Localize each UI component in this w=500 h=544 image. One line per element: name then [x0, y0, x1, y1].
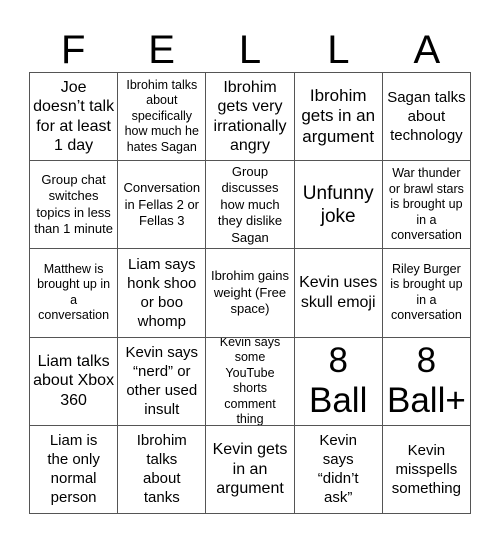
cell-text: Joe doesn’t talk for at least 1 day — [33, 78, 115, 155]
cell-text: 8 Ball+ — [386, 341, 466, 421]
cell-text: Matthew is brought up in a conversation — [37, 261, 111, 323]
bingo-board: Joe doesn’t talk for at least 1 day Ibro… — [29, 72, 471, 514]
cell-text: Kevin gets in an argument — [212, 441, 288, 498]
bingo-cell[interactable]: Ibrohim gets in an argument — [294, 73, 383, 162]
cell-text: Liam talks about Xbox 360 — [33, 352, 115, 409]
cell-text: Conversation in Fellas 2 or Fellas 3 — [123, 180, 201, 229]
bingo-cell[interactable]: Sagan talks about technology — [382, 73, 471, 162]
bingo-cell[interactable]: Unfunny joke — [294, 161, 383, 250]
cell-text: Kevin says “didn’t ask” — [317, 432, 359, 507]
bingo-cell[interactable]: Liam is the only normal person — [30, 425, 119, 514]
cell-text: Ibrohim gets very irrationally angry — [213, 78, 287, 155]
cell-text: Group discusses how much they dislike Sa… — [217, 163, 283, 245]
cell-text: Kevin says some YouTube shorts comment t… — [219, 337, 281, 426]
bingo-cell[interactable]: War thunder or brawl stars is brought up… — [382, 161, 471, 250]
bingo-cell[interactable]: Ibrohim talks about tanks — [118, 425, 207, 514]
bingo-cell[interactable]: Group chat switches topics in less than … — [30, 161, 119, 250]
cell-text: Kevin says “nerd” or other used insult — [125, 344, 199, 419]
bingo-cell[interactable]: Kevin says “didn’t ask” — [294, 425, 383, 514]
header-letter-e: E — [148, 28, 175, 72]
bingo-header: F E L L A — [29, 28, 471, 72]
cell-text: 8 Ball — [309, 341, 368, 421]
cell-text: Group chat switches topics in less than … — [34, 171, 113, 237]
cell-text: Riley Burger is brought up in a conversa… — [390, 261, 463, 323]
bingo-cell[interactable]: Joe doesn’t talk for at least 1 day — [30, 73, 119, 162]
header-letter-l2: L — [327, 28, 350, 72]
free-space-cell[interactable]: Ibrohim gains weight (Free space) — [206, 249, 295, 338]
cell-text: Ibrohim gets in an argument — [301, 85, 376, 146]
cell-text: Unfunny joke — [302, 182, 374, 227]
bingo-cell[interactable]: Kevin gets in an argument — [206, 425, 295, 514]
bingo-cell[interactable]: Group discusses how much they dislike Sa… — [206, 161, 295, 250]
bingo-cell[interactable]: Ibrohim gets very irrationally angry — [206, 73, 295, 162]
cell-text: War thunder or brawl stars is brought up… — [388, 166, 464, 243]
bingo-cell[interactable]: Liam talks about Xbox 360 — [30, 337, 119, 426]
header-letter-a: A — [413, 28, 441, 72]
cell-text: Kevin uses skull emoji — [299, 274, 378, 311]
header-letter-f: F — [60, 28, 86, 72]
bingo-cell[interactable]: Kevin says “nerd” or other used insult — [118, 337, 207, 426]
bingo-cell[interactable]: Conversation in Fellas 2 or Fellas 3 — [118, 161, 207, 250]
header-letter-l: L — [238, 28, 262, 72]
bingo-cell[interactable]: Liam says honk shoo or boo whomp — [118, 249, 207, 338]
bingo-cell[interactable]: Kevin misspells something — [382, 425, 471, 514]
bingo-cell[interactable]: Kevin says some YouTube shorts comment t… — [206, 337, 295, 426]
bingo-cell[interactable]: Matthew is brought up in a conversation — [30, 249, 119, 338]
cell-text: Liam says honk shoo or boo whomp — [127, 255, 197, 330]
cell-text: Sagan talks about technology — [387, 89, 466, 145]
cell-text: Kevin misspells something — [391, 441, 461, 497]
bingo-cell[interactable]: 8 Ball — [294, 337, 383, 426]
cell-text: Ibrohim gains weight (Free space) — [210, 268, 290, 317]
bingo-cell[interactable]: Kevin uses skull emoji — [294, 249, 383, 338]
bingo-cell[interactable]: Riley Burger is brought up in a conversa… — [382, 249, 471, 338]
bingo-cell[interactable]: 8 Ball+ — [382, 337, 471, 426]
bingo-cell[interactable]: Ibrohim talks about specifically how muc… — [118, 73, 207, 162]
cell-text: Ibrohim talks about specifically how muc… — [124, 77, 199, 154]
cell-text: Ibrohim talks about tanks — [136, 432, 187, 507]
cell-text: Liam is the only normal person — [47, 432, 100, 507]
